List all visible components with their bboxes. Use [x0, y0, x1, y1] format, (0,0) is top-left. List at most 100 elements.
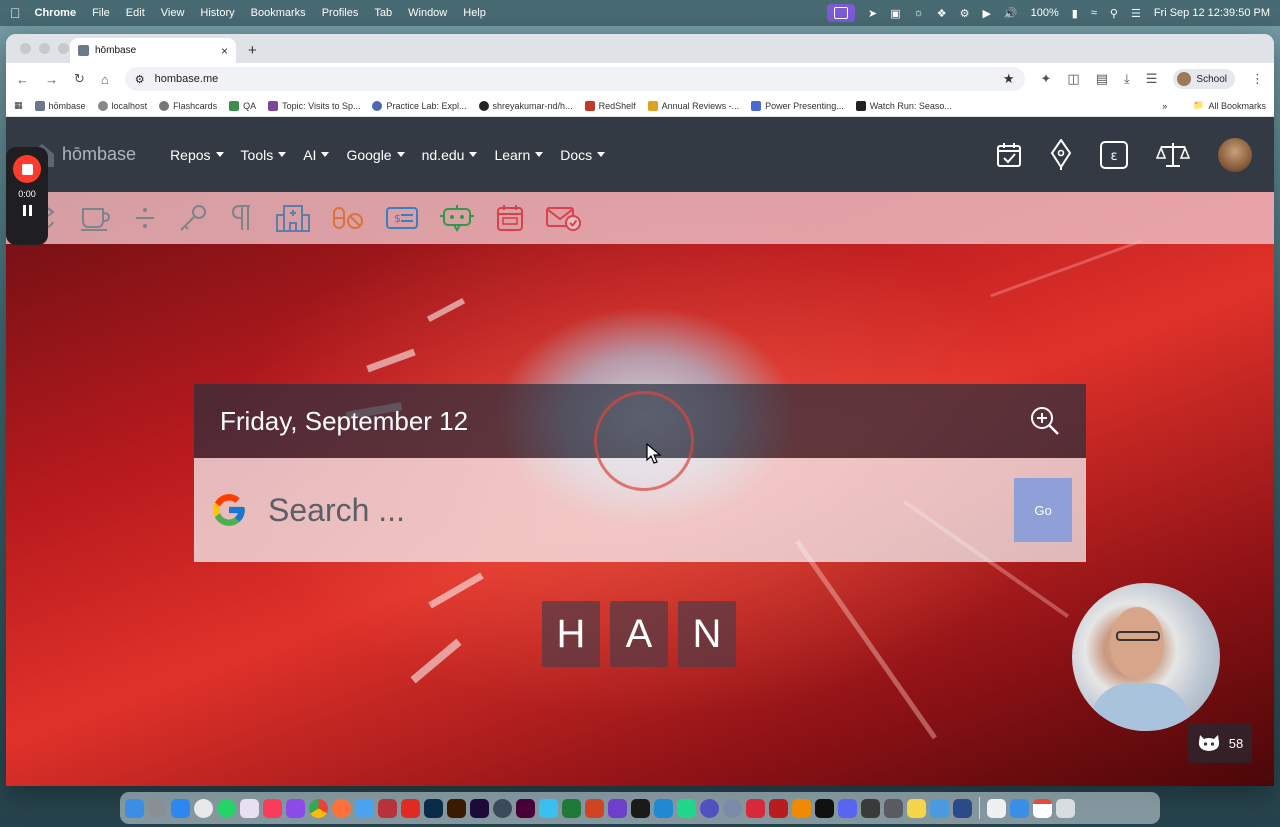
sakai-square-icon[interactable]: ε — [1100, 140, 1128, 169]
notes-icon[interactable] — [907, 798, 926, 818]
menu-app-name[interactable]: Chrome — [35, 7, 77, 19]
browser-tab-active[interactable]: hōmbase × — [70, 38, 236, 63]
go-button[interactable]: Go — [1014, 478, 1072, 542]
nav-dropdown-repos[interactable]: Repos — [170, 147, 223, 163]
acrobat-icon[interactable] — [401, 798, 420, 818]
download-icon[interactable]: ⤓ — [1124, 71, 1130, 87]
calendar-dock-icon[interactable] — [1033, 798, 1052, 818]
pointer-icon[interactable]: ➤ — [868, 7, 877, 20]
nav-dropdown-tools[interactable]: Tools — [241, 147, 287, 163]
dropbox-icon[interactable]: ❖ — [937, 7, 947, 20]
pen-nib-icon[interactable] — [1050, 138, 1072, 171]
robot-chat-icon[interactable] — [440, 204, 474, 232]
headphones-app-icon[interactable] — [861, 798, 880, 818]
minimize-window-icon[interactable] — [39, 43, 50, 54]
menu-tab[interactable]: Tab — [374, 7, 392, 19]
powerpoint-icon[interactable] — [585, 798, 604, 818]
divide-icon[interactable] — [134, 205, 156, 231]
mail-icon[interactable] — [1010, 798, 1029, 818]
photoshop-icon[interactable] — [424, 798, 443, 818]
terminal-icon[interactable] — [631, 798, 650, 818]
bookmark-item[interactable]: Topic: Visits to Sp... — [268, 100, 360, 111]
flag-app-icon[interactable] — [746, 798, 765, 818]
address-bar[interactable]: ⚙ hombase.me ★ — [124, 67, 1025, 91]
bookmark-item[interactable]: Flashcards — [159, 100, 217, 111]
bookmark-item[interactable]: Practice Lab: Expl... — [372, 100, 467, 111]
nav-dropdown-docs[interactable]: Docs — [560, 147, 605, 163]
site-info-icon[interactable]: ⚙ — [135, 73, 145, 86]
github-stars-badge[interactable]: 58 — [1188, 723, 1252, 763]
maximize-window-icon[interactable] — [58, 43, 69, 54]
new-tab-icon[interactable]: + — [248, 42, 257, 59]
gear-app-icon[interactable] — [700, 798, 719, 818]
pause-recording-icon[interactable] — [22, 205, 32, 216]
bookmark-item[interactable]: Annual Reviews -... — [647, 100, 739, 111]
nav-dropdown-learn[interactable]: Learn — [494, 147, 543, 163]
battery-percent[interactable]: 100% — [1031, 7, 1059, 19]
menu-profiles[interactable]: Profiles — [322, 7, 359, 19]
app-store-icon[interactable] — [171, 798, 190, 818]
dollar-card-icon[interactable]: $ — [386, 206, 418, 230]
calendar-icon[interactable] — [496, 204, 524, 232]
premiere-icon[interactable] — [470, 798, 489, 818]
bookmark-item[interactable]: Power Presenting... — [751, 100, 844, 111]
nav-dropdown-google[interactable]: Google — [346, 147, 404, 163]
tab-search-icon[interactable]: ☰ — [1146, 71, 1158, 87]
firefox-icon[interactable] — [332, 798, 351, 818]
vlc-icon[interactable] — [792, 798, 811, 818]
nav-dropdown-nd-edu[interactable]: nd.edu — [422, 147, 478, 163]
user-avatar[interactable] — [1218, 137, 1252, 172]
mail-check-icon[interactable] — [546, 204, 582, 232]
xd-icon[interactable] — [516, 798, 535, 818]
reading-mode-icon[interactable]: ▤ — [1096, 71, 1108, 87]
back-icon[interactable]: ← — [16, 72, 29, 87]
whatsapp-icon[interactable] — [217, 798, 236, 818]
apps-grid-icon[interactable]: ▦ — [14, 100, 23, 111]
reload-icon[interactable]: ↻ — [74, 71, 85, 87]
settings-gear-icon[interactable]: ⚙ — [960, 7, 970, 20]
bookmark-item[interactable]: shreyakumar-nd/h... — [478, 100, 573, 111]
cloud-app-icon[interactable] — [930, 798, 949, 818]
zoom-in-icon[interactable] — [1030, 406, 1060, 436]
forward-icon[interactable]: → — [45, 72, 58, 87]
registry-app-icon[interactable] — [723, 798, 742, 818]
filezilla-icon[interactable] — [769, 798, 788, 818]
apple-menu-icon[interactable]:  — [10, 5, 21, 21]
stop-recording-button[interactable] — [13, 155, 41, 183]
magic-wand-extension-icon[interactable]: ✦ — [1041, 71, 1052, 87]
wifi-icon[interactable]: ≈ — [1091, 7, 1097, 19]
bookmark-item[interactable]: hōmbase — [34, 100, 86, 111]
camera-app-icon[interactable] — [493, 798, 512, 818]
apple-tv-icon[interactable] — [815, 798, 834, 818]
shortcuts-icon[interactable] — [286, 798, 305, 818]
illustrator-icon[interactable] — [447, 798, 466, 818]
safari-compass-icon[interactable] — [194, 798, 213, 818]
pycharm-icon[interactable] — [677, 798, 696, 818]
chrome-icon[interactable] — [309, 798, 328, 818]
safari-icon[interactable] — [355, 798, 374, 818]
screenshot-app-icon[interactable]: ▣ — [890, 7, 900, 20]
menu-bookmarks[interactable]: Bookmarks — [251, 7, 306, 19]
screen-recorder-app-icon[interactable] — [953, 798, 972, 818]
cube-app-icon[interactable] — [884, 798, 903, 818]
discord-icon[interactable] — [838, 798, 857, 818]
bookmark-item[interactable]: RedShelf — [584, 100, 636, 111]
hospital-building-icon[interactable] — [276, 203, 310, 233]
scales-of-justice-icon[interactable] — [1156, 141, 1190, 169]
menubar-clock[interactable]: Fri Sep 12 12:39:50 PM — [1154, 7, 1270, 19]
pilcrow-icon[interactable] — [230, 204, 254, 232]
battery-icon[interactable]: ▮ — [1072, 7, 1078, 20]
address-bar-url[interactable]: hombase.me — [155, 73, 219, 85]
extensions-icon[interactable]: ◫ — [1067, 71, 1079, 87]
bookmark-item[interactable]: QA — [229, 100, 256, 111]
control-center-icon[interactable]: ☰ — [1131, 7, 1141, 20]
bookmark-star-icon[interactable]: ★ — [1003, 71, 1015, 87]
more-bookmarks-icon[interactable]: » — [1162, 101, 1167, 111]
menu-edit[interactable]: Edit — [126, 7, 145, 19]
document-icon[interactable] — [987, 798, 1006, 818]
close-window-icon[interactable] — [20, 43, 31, 54]
all-bookmarks-button[interactable]: 📁 All Bookmarks — [1193, 100, 1266, 111]
slack-icon[interactable] — [240, 798, 259, 818]
calendar-check-icon[interactable] — [996, 142, 1022, 168]
bookmark-item[interactable]: Watch Run: Seaso... — [855, 100, 952, 111]
